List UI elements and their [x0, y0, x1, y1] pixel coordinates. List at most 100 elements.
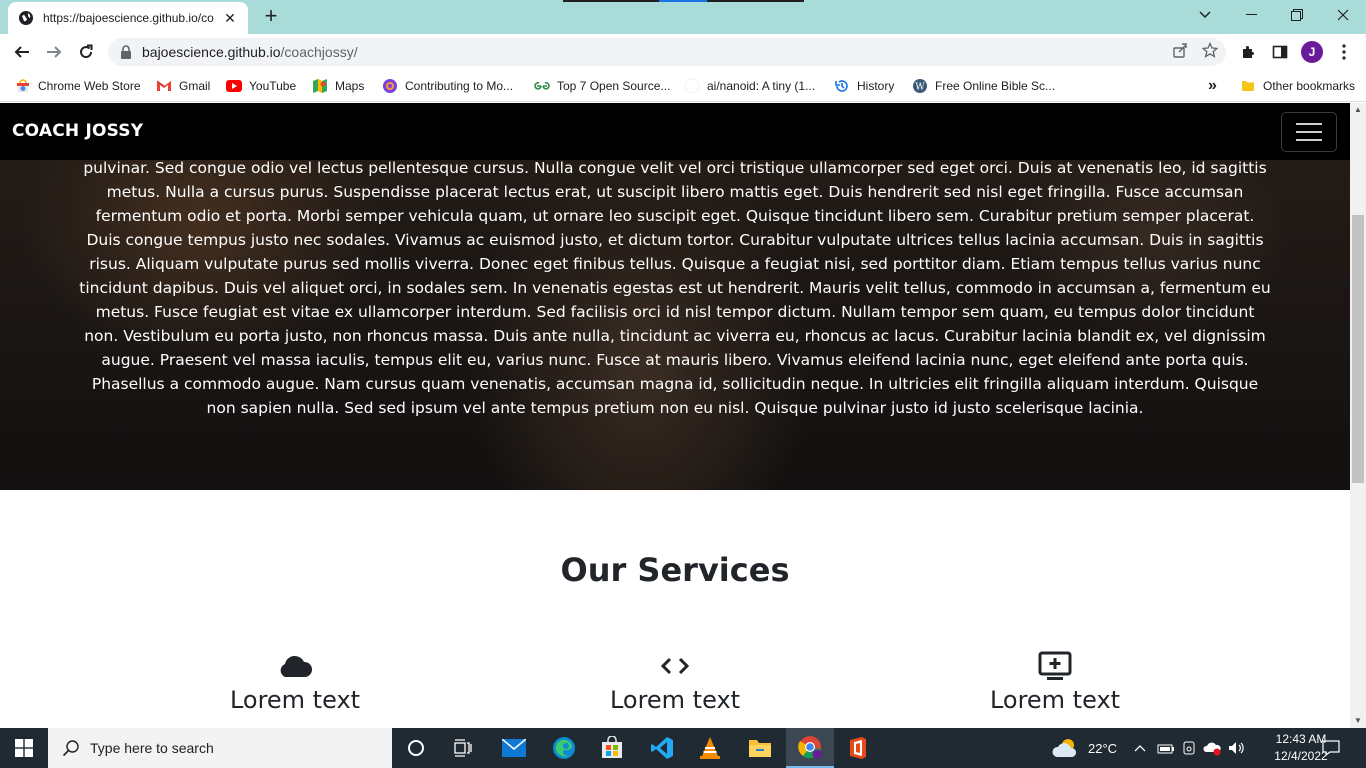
store-icon[interactable] [588, 728, 636, 768]
svg-text:W: W [915, 83, 925, 93]
service-card: Lorem text [905, 651, 1205, 714]
history-icon [834, 78, 850, 94]
close-window-icon[interactable] [1320, 0, 1366, 30]
hero-paragraph: pulvinar. Sed congue odio vel lectus pel… [79, 159, 1271, 417]
weather-temp: 22°C [1088, 740, 1118, 756]
forward-arrow-icon[interactable] [40, 38, 68, 66]
onedrive-icon[interactable] [1203, 728, 1223, 768]
restore-icon[interactable] [1274, 0, 1320, 30]
taskbar-search-box[interactable]: Type here to search [48, 728, 392, 768]
browser-tab[interactable]: https://bajoescience.github.io/co ✕ [8, 2, 248, 34]
volume-icon[interactable] [1228, 728, 1246, 768]
side-panel-icon[interactable] [1266, 38, 1294, 66]
office-icon[interactable] [834, 728, 882, 768]
bookmark-label: Top 7 Open Source... [557, 79, 671, 93]
back-arrow-icon[interactable] [8, 38, 36, 66]
address-bar[interactable]: bajoescience.github.io/coachjossy/ [108, 38, 1226, 66]
tab-strip-indicator [563, 0, 804, 2]
url-host: bajoescience.github.io [142, 44, 281, 60]
service-card: Lorem text [145, 651, 445, 714]
bookmark-label: Other bookmarks [1263, 79, 1356, 93]
maps-icon [312, 78, 328, 94]
bookmark-label: Maps [335, 79, 365, 93]
bookmark-label: Gmail [179, 79, 211, 93]
profile-avatar[interactable]: J [1298, 38, 1326, 66]
close-icon[interactable]: ✕ [222, 10, 238, 27]
globe-icon [19, 11, 33, 25]
tab-strip: https://bajoescience.github.io/co ✕ + [0, 0, 1366, 34]
extensions-icon[interactable] [1234, 38, 1262, 66]
hero-section: pulvinar. Sed congue odio vel lectus pel… [0, 103, 1350, 490]
notification-icon[interactable] [1322, 728, 1340, 768]
tab-search-icon[interactable] [1182, 0, 1228, 30]
cloud-icon [145, 651, 445, 681]
bookmark-nanoid[interactable]: ai/nanoid: A tiny (1... [684, 76, 815, 96]
bookmark-gmail[interactable]: Gmail [156, 76, 210, 96]
bookmark-history[interactable]: History [834, 76, 894, 96]
share-icon[interactable] [1172, 42, 1188, 58]
bookmark-maps[interactable]: Maps [312, 76, 364, 96]
url-path: /coachjossy/ [280, 44, 358, 60]
folder-icon [1240, 78, 1256, 94]
site-navbar: COACH JOSSY [0, 103, 1350, 160]
bookmark-label: Free Online Bible Sc... [935, 79, 1056, 93]
service-label: Lorem text [609, 686, 741, 714]
edge-icon[interactable] [540, 728, 588, 768]
vscode-icon[interactable] [638, 728, 686, 768]
show-hidden-icons[interactable] [1134, 728, 1146, 768]
scroll-up-icon[interactable]: ▲ [1350, 103, 1366, 117]
bookmark-top7[interactable]: Top 7 Open Source... [534, 76, 670, 96]
windows-start-icon[interactable] [0, 728, 48, 768]
chrome-menu-icon[interactable] [1330, 38, 1358, 66]
bookmark-youtube[interactable]: YouTube [226, 76, 296, 96]
chrome-taskbar-icon[interactable] [786, 728, 834, 768]
reload-icon[interactable] [72, 38, 100, 66]
tab-title: https://bajoescience.github.io/co [43, 11, 214, 25]
service-card: Lorem text [525, 651, 825, 714]
bookmark-label: Contributing to Mo... [405, 79, 514, 93]
monitor-plus-icon [905, 651, 1205, 681]
bookmarks-bar: Chrome Web Store Gmail YouTube Maps Cont… [0, 70, 1366, 102]
hamburger-icon [1296, 123, 1322, 125]
bookmarks-overflow-button[interactable]: » [1208, 76, 1217, 96]
minimize-icon[interactable] [1228, 0, 1274, 30]
weather-widget[interactable]: 22°C [1052, 728, 1117, 768]
weather-cloud-icon [1052, 739, 1077, 757]
bookmark-label: ai/nanoid: A tiny (1... [707, 79, 816, 93]
gmail-icon [156, 78, 172, 94]
bookmark-label: YouTube [249, 79, 297, 93]
search-icon [62, 740, 79, 757]
cortana-icon[interactable] [392, 728, 440, 768]
device-icon[interactable] [1182, 728, 1196, 768]
services-heading: Our Services [560, 551, 790, 589]
battery-icon[interactable] [1157, 728, 1175, 768]
star-icon[interactable] [1202, 42, 1218, 58]
bookmark-contributing[interactable]: Contributing to Mo... [382, 76, 513, 96]
service-label: Lorem text [229, 686, 361, 714]
other-bookmarks[interactable]: Other bookmarks [1240, 76, 1355, 96]
bookmark-label: Chrome Web Store [38, 79, 141, 93]
task-view-icon[interactable] [440, 728, 488, 768]
site-brand[interactable]: COACH JOSSY [12, 121, 143, 141]
avatar: J [1301, 41, 1323, 63]
scrollbar-thumb[interactable] [1352, 215, 1364, 483]
lock-icon [121, 45, 131, 59]
mail-icon[interactable] [490, 728, 538, 768]
new-tab-button[interactable]: + [259, 5, 283, 29]
page-viewport: pulvinar. Sed congue odio vel lectus pel… [0, 103, 1366, 728]
bookmark-bible[interactable]: W Free Online Bible Sc... [912, 76, 1055, 96]
page-scrollbar[interactable]: ▲ ▼ [1350, 103, 1366, 728]
code-icon [525, 651, 825, 681]
wordpress-icon: W [912, 78, 928, 94]
chrome-web-store-icon [15, 78, 31, 94]
firefox-icon [382, 78, 398, 94]
menu-toggle-button[interactable] [1281, 112, 1337, 152]
github-icon [684, 78, 700, 94]
vlc-icon[interactable] [686, 728, 734, 768]
service-label: Lorem text [989, 686, 1121, 714]
taskbar: Type here to search 22°C 12:43 AM 12/4/2… [0, 728, 1366, 768]
file-explorer-icon[interactable] [736, 728, 784, 768]
scroll-down-icon[interactable]: ▼ [1350, 714, 1366, 728]
youtube-icon [226, 78, 242, 94]
bookmark-chrome-web-store[interactable]: Chrome Web Store [15, 76, 141, 96]
